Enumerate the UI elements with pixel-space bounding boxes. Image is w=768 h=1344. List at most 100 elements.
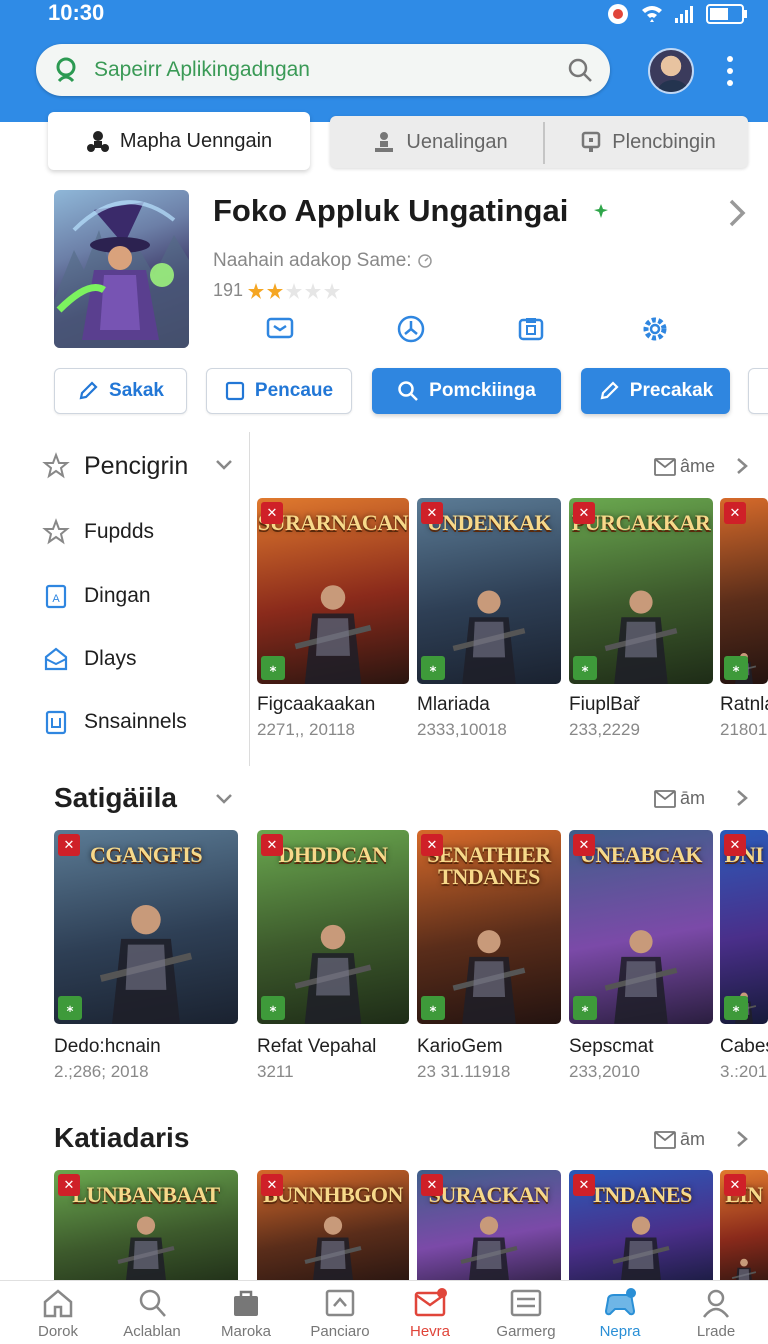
game-card[interactable]: CGANGFIS ✕ ⁎ Dedo:hcnain 2.;286; 2018 [54, 830, 238, 1086]
tab-label: Plencbingin [612, 130, 716, 153]
game-card[interactable]: SURACKAN ✕ [417, 1170, 561, 1290]
age-rating-badge-icon: ⁎ [261, 996, 285, 1020]
nav-lrade[interactable]: Lrade [676, 1287, 756, 1344]
game-artwork[interactable]: UNEABCAK ✕ ⁎ [569, 830, 713, 1024]
game-artwork[interactable]: LIN✕ [720, 1170, 768, 1290]
game-artwork[interactable]: UNDENKAK ✕ ⁎ [417, 498, 561, 684]
chip-sakak[interactable]: Sakak [54, 368, 187, 414]
document-icon: A [45, 584, 67, 609]
nav-maroka[interactable]: Maroka [206, 1287, 286, 1344]
notification-icon [608, 4, 628, 24]
game-card[interactable]: UNEABCAK ✕ ⁎ Sepscmat 233,2010 [569, 830, 713, 1086]
settings-icon[interactable] [640, 314, 670, 344]
status-bar: 10:30 [0, 0, 768, 28]
section-more[interactable]: ām [654, 788, 705, 809]
people-icon [86, 131, 109, 152]
search-input[interactable] [94, 58, 534, 82]
nav-panciaro[interactable]: Panciaro [300, 1287, 380, 1344]
game-artwork[interactable]: BUNNHBGON ✕ [257, 1170, 409, 1290]
game-card[interactable]: BUNNHBGON ✕ [257, 1170, 409, 1290]
chevron-right-icon[interactable] [724, 198, 750, 228]
star-icon [305, 282, 322, 299]
message-icon[interactable] [265, 314, 295, 344]
chevron-right-icon[interactable] [734, 788, 750, 808]
game-artwork[interactable]: SURACKAN ✕ [417, 1170, 561, 1290]
section-title: Katiadaris [54, 1122, 190, 1153]
game-card[interactable]: TNDANES ✕ [569, 1170, 713, 1290]
gamepad-icon[interactable] [516, 314, 546, 344]
game-card[interactable]: UNDENKAK ✕ ⁎ Mlariada 2333,10018 [417, 498, 561, 744]
publisher-badge-icon: ✕ [724, 502, 746, 524]
section-more[interactable]: ām [654, 1129, 705, 1150]
sidebar-head[interactable]: Pencigrin [42, 446, 188, 486]
publisher-badge-icon: ✕ [421, 502, 443, 524]
game-card[interactable]: DHDDCAN ✕ ⁎ Refat Vepahal 3211 [257, 830, 409, 1086]
tab-uenalingan[interactable]: Uenalingan [340, 118, 540, 166]
nav-nepra[interactable]: Nepra [580, 1287, 660, 1344]
game-name: Refat Vepahal [257, 1036, 377, 1057]
game-card[interactable]: SURARNACAN ✕ ⁎ Figcaakaakan 2271,, 20118 [257, 498, 409, 744]
nav-garmerg[interactable]: Garmerg [486, 1287, 566, 1344]
grid-icon [654, 789, 676, 808]
sidebar-item-fupdds[interactable]: Fupdds [42, 512, 154, 552]
rating-count: 191 [213, 280, 244, 300]
chevron-right-icon[interactable] [734, 1129, 750, 1149]
game-card[interactable]: DNI✕⁎Cabes3.:2016 [720, 830, 768, 1086]
sidebar-item-snsainnels[interactable]: Snsainnels [42, 702, 187, 742]
sidebar-item-dingan[interactable]: A Dingan [42, 576, 151, 616]
game-artwork[interactable]: ✕ ⁎ [720, 498, 768, 684]
game-name: Figcaakaakan [257, 694, 376, 715]
character-figure [731, 1258, 757, 1290]
age-rating-badge-icon: ⁎ [261, 656, 285, 680]
pencil-icon [79, 381, 98, 400]
game-artwork[interactable]: CGANGFIS ✕ ⁎ [54, 830, 238, 1024]
game-download-count: 3211 [257, 1062, 294, 1081]
publisher-badge-icon: ✕ [724, 834, 746, 856]
chevron-down-icon[interactable] [214, 792, 234, 806]
game-card[interactable]: SENATHIER TNDANES ✕ ⁎ KarioGem 23 31.11918 [417, 830, 561, 1086]
game-artwork[interactable]: SENATHIER TNDANES ✕ ⁎ [417, 830, 561, 1024]
game-name: Dedo:hcnain [54, 1036, 161, 1057]
game-card[interactable]: LUNBANBAAT ✕ [54, 1170, 238, 1290]
search-bar[interactable] [36, 44, 610, 96]
game-artwork[interactable]: TNDANES ✕ [569, 1170, 713, 1290]
game-card[interactable]: LIN✕ [720, 1170, 768, 1290]
nav-hevra[interactable]: Hevra [390, 1287, 470, 1344]
svg-text:A: A [52, 593, 60, 605]
chip-pencaue[interactable]: Pencaue [206, 368, 352, 414]
game-artwork[interactable]: PURCAKKAR ✕ ⁎ [569, 498, 713, 684]
tab-plencbingin[interactable]: Plencbingin [548, 118, 748, 166]
publisher-badge-icon: ✕ [261, 1174, 283, 1196]
character-figure [460, 1216, 518, 1290]
chip-precakak[interactable]: Precakak [581, 368, 730, 414]
game-card[interactable]: ✕⁎Ratnla21801 [720, 498, 768, 744]
clock-icon[interactable] [396, 314, 426, 344]
game-download-count: 233,2010 [569, 1062, 640, 1081]
game-card[interactable]: PURCAKKAR ✕ ⁎ FiuplBař 233,2229 [569, 498, 713, 744]
chip-overflow[interactable] [748, 368, 768, 414]
age-rating-badge-icon: ⁎ [724, 996, 748, 1020]
game-artwork-title: CGANGFIS [89, 842, 203, 867]
game-artwork[interactable]: DNI✕⁎ [720, 830, 768, 1024]
category-sidebar: Pencigrin Fupdds A Dingan Dlays Snsainne… [0, 432, 250, 766]
featured-app[interactable]: Foko Appluk Ungatingai Naahain adakop Sa… [0, 180, 768, 360]
nav-dorok[interactable]: Dorok [18, 1287, 98, 1344]
bag-icon [234, 1290, 258, 1316]
chip-pomckiinga[interactable]: Pomckiinga [372, 368, 561, 414]
card-icon [582, 131, 601, 152]
nav-aclablan[interactable]: Aclablan [112, 1287, 192, 1344]
game-artwork[interactable]: LUNBANBAAT ✕ [54, 1170, 238, 1290]
tab-mapha[interactable]: Mapha Uenngain [48, 112, 310, 170]
section-more[interactable]: âme [654, 456, 715, 477]
sidebar-item-dlays[interactable]: Dlays [42, 639, 137, 679]
user-avatar[interactable] [648, 48, 694, 94]
more-options-button[interactable] [716, 56, 744, 86]
chevron-right-icon[interactable] [734, 456, 750, 476]
character-figure [604, 590, 678, 684]
mail-icon [414, 1288, 447, 1317]
game-artwork[interactable]: DHDDCAN ✕ ⁎ [257, 830, 409, 1024]
character-figure [99, 905, 193, 1024]
game-artwork[interactable]: SURARNACAN ✕ ⁎ [257, 498, 409, 684]
chevron-down-icon[interactable] [214, 458, 234, 472]
search-magnifier-icon[interactable] [566, 56, 594, 84]
